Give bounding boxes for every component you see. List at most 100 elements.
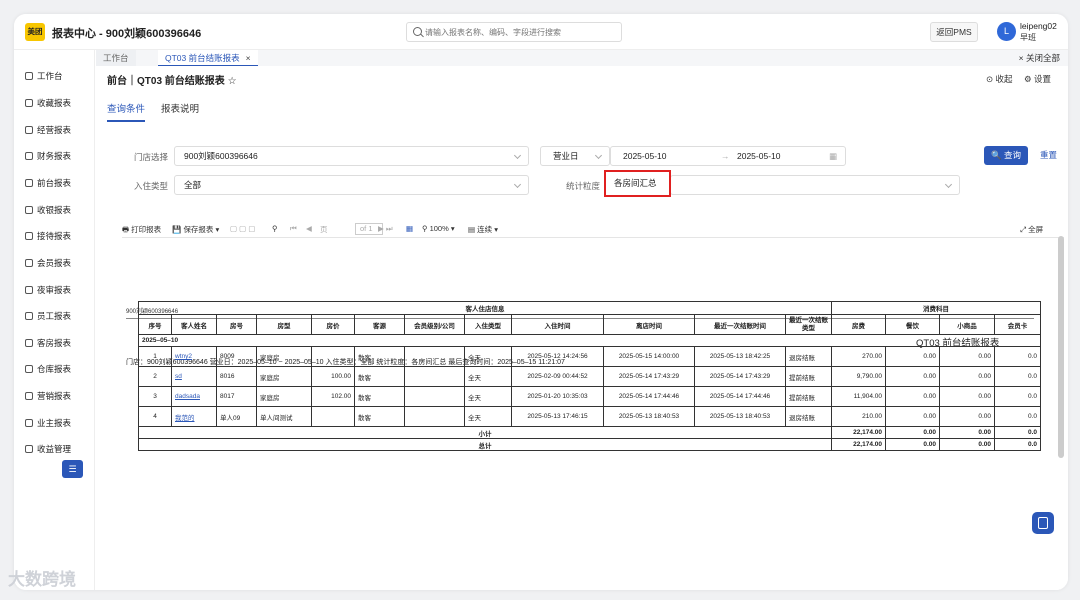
sidebar-item-label: 仓库报表 [37,364,72,374]
close-icon[interactable]: × [246,53,251,63]
cell: 2025-05-13 18:40:53 [694,406,786,427]
sidebar-item-warehouse[interactable]: 仓库报表 [25,362,71,376]
table-row: 2 sd 8016 家庭房 100.00 散客 全天 2025-02-09 00:44:52 2… [138,366,1041,387]
search-input[interactable] [425,25,615,39]
store-select[interactable]: 900刘颖600396646 [174,146,529,166]
star-icon [25,99,33,107]
sidebar-item-cashier[interactable]: 收银报表 [25,203,71,217]
tab-query-conditions[interactable]: 查询条件 [107,101,145,115]
sidebar-item-finance[interactable]: 财务报表 [25,149,71,163]
print-button[interactable]: 🖶 打印报表 [122,224,161,237]
sidebar-item-rooms[interactable]: 客房报表 [25,336,71,350]
granularity-highlight[interactable]: 各房间汇总 [604,170,671,197]
username[interactable]: leipeng02 [1020,21,1057,31]
col-header: 最近一次结账时间 [694,314,786,335]
sidebar-item-label: 财务报表 [37,151,72,161]
find-icon[interactable]: ⚲ [272,224,278,233]
col-header: 会员级别/公司 [404,314,465,335]
col-header: 餐饮 [885,314,940,335]
cell: 0.00 [885,346,940,367]
col-header: 客人姓名 [171,314,217,335]
menu-icon[interactable]: ☰ [62,460,83,478]
sidebar-item-label: 会员报表 [37,258,72,268]
next-page-icon[interactable]: ▶ ⏭ [378,224,393,234]
cell: 0.00 [885,426,940,439]
cell [311,346,355,367]
sidebar-item-staff[interactable]: 员工报表 [25,309,71,323]
cell: 22,174.00 [831,426,886,439]
chevron-down-icon [944,180,953,189]
user-icon [25,179,33,187]
fullscreen-button[interactable]: ⤢ 全屏 [1020,224,1043,235]
sidebar-item-reception[interactable]: 接待报表 [25,229,71,243]
tab-qt03[interactable]: QT03 前台结账报表 × [158,50,258,66]
cell: 0.00 [939,366,995,387]
watermark-logo: 大数跨境 [8,570,76,589]
granularity-select[interactable] [670,175,960,195]
cell: 0.0 [994,346,1041,367]
date-from: 2025-05-10 [623,151,667,161]
favorite-star-icon[interactable]: ☆ [228,76,237,87]
guest-name-link[interactable]: sd [171,366,217,387]
tab-report-description[interactable]: 报表说明 [161,101,199,115]
collapse-button[interactable]: ⊙ 收起 [986,73,1013,85]
cell: 4 [138,406,172,427]
sidebar-item-favorites[interactable]: 收藏报表 [25,96,71,110]
sidebar-item-owner[interactable]: 业主报表 [25,416,71,430]
sidebar-item-revenue[interactable]: 收益管理 [25,442,71,456]
page-title: 前台｜QT03 前台结账报表 ☆ [107,72,237,87]
marketing-icon [25,392,33,400]
reset-button[interactable]: 重置 [1040,149,1057,161]
prev-page-icon[interactable]: ◀ [306,224,312,233]
query-button[interactable]: 🔍 查询 [984,146,1028,165]
cell: 0.00 [939,438,995,451]
close-all-button[interactable]: × 关闭全部 [1019,52,1060,64]
save-button[interactable]: 💾 保存报表 ▾ [172,224,219,235]
guest-name-link[interactable]: wtny2 [171,346,217,367]
col-header: 房号 [216,314,257,335]
vertical-scrollbar[interactable] [1058,236,1064,458]
col-header: 离店时间 [603,314,695,335]
first-page-icon[interactable]: ⏮ [290,224,297,234]
tab-workbench[interactable]: 工作台 [96,50,136,66]
cell: 2025-05-14 17:44:46 [603,386,695,407]
sidebar-item-label: 业主报表 [37,418,72,428]
date-range-picker[interactable]: 2025-05-10 → 2025-05-10 ▦ [610,146,846,166]
col-header: 房价 [311,314,355,335]
cell: 2025-05-13 17:46:15 [511,406,604,427]
cell: 0.0 [994,406,1041,427]
sidebar-item-member[interactable]: 会员报表 [25,256,71,270]
sidebar-item-operations[interactable]: 经营报表 [25,123,71,137]
settings-button[interactable]: ⚙ 设置 [1024,73,1051,85]
cell: 3 [138,386,172,407]
sidebar-item-marketing[interactable]: 营销报表 [25,389,71,403]
search-box[interactable] [406,22,622,42]
guest-name-link[interactable]: 我范的 [171,406,217,427]
stay-type-select[interactable]: 全部 [174,175,529,195]
cell: 单人09 [216,406,257,427]
cell: 0.00 [939,346,995,367]
date-group-row: 2025–05–10 [138,334,1041,347]
cell: 8016 [216,366,257,387]
sidebar-item-frontdesk[interactable]: 前台报表 [25,176,71,190]
return-pms-button[interactable]: 返回PMS [930,22,978,42]
bizdate-type-select[interactable]: 营业日 [540,146,610,166]
cell: 0.00 [885,366,940,387]
report-table: 客人住店信息 消费科目 序号 客人姓名 房号 房型 房价 客源 会员级别/公司 … [138,301,1041,451]
view-mode-select[interactable]: ▤ 连续 ▾ [468,224,498,235]
sidebar-item-workbench[interactable]: 工作台 [25,69,63,83]
sidebar-item-night-audit[interactable]: 夜审报表 [25,283,71,297]
fullscreen-label: 全屏 [1028,225,1044,234]
feedback-icon[interactable] [1032,512,1054,534]
sidebar-item-label: 工作台 [37,71,63,81]
total-label: 总计 [138,438,832,451]
guest-name-link[interactable]: dadsada [171,386,217,407]
zoom-select[interactable]: ⚲ 100% ▾ [422,224,455,233]
sidebar-item-label: 客房报表 [37,338,72,348]
cell: 2025-05-12 14:24:56 [511,346,604,367]
avatar[interactable]: L [997,22,1016,41]
app-window: 美团 报表中心 - 900刘颖600396646 返回PMS L leipeng… [14,14,1068,590]
copy-icon[interactable]: ▢ ▢ ▢ [230,224,255,233]
refresh-icon[interactable]: ▦ [406,224,413,233]
chart-icon [25,126,33,134]
